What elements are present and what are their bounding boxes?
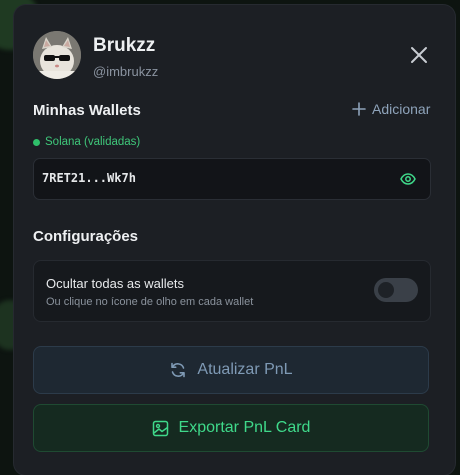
refresh-pnl-button[interactable]: Atualizar PnL: [33, 346, 429, 394]
settings-section-title: Configurações: [33, 228, 139, 245]
chain-label: Solana (validadas): [45, 136, 141, 148]
plus-icon: [352, 102, 366, 116]
status-dot: [33, 138, 40, 146]
hide-wallets-setting: Ocultar todas as wallets Ou clique no íc…: [33, 260, 431, 322]
avatar: [33, 31, 81, 79]
eye-icon: [400, 173, 416, 185]
hide-wallets-hint: Ou clique no ícone de olho em cada walle…: [46, 296, 254, 308]
add-wallet-label: Adicionar: [372, 101, 431, 117]
hide-wallets-label: Ocultar todas as wallets: [46, 276, 185, 291]
wallets-section-title: Minhas Wallets: [33, 102, 141, 119]
toggle-knob: [378, 282, 394, 298]
refresh-pnl-label: Atualizar PnL: [197, 361, 293, 378]
close-button[interactable]: [405, 41, 433, 69]
export-pnl-card-label: Exportar PnL Card: [178, 419, 311, 436]
wallet-item[interactable]: 7RET21...Wk7h: [33, 158, 431, 200]
toggle-visibility-button[interactable]: [400, 171, 416, 192]
profile-handle: @imbrukzz: [93, 64, 159, 79]
wallet-address: 7RET21...Wk7h: [42, 171, 136, 185]
refresh-icon: [171, 362, 186, 378]
export-pnl-card-button[interactable]: Exportar PnL Card: [33, 404, 429, 452]
add-wallet-button[interactable]: Adicionar: [352, 101, 430, 117]
profile-name: Brukzz: [93, 35, 156, 56]
image-icon: [152, 420, 168, 436]
close-icon: [411, 47, 427, 63]
hide-wallets-toggle[interactable]: [374, 278, 418, 302]
chain-status: Solana (validadas): [33, 136, 140, 148]
avatar-cat-image: [33, 31, 81, 79]
